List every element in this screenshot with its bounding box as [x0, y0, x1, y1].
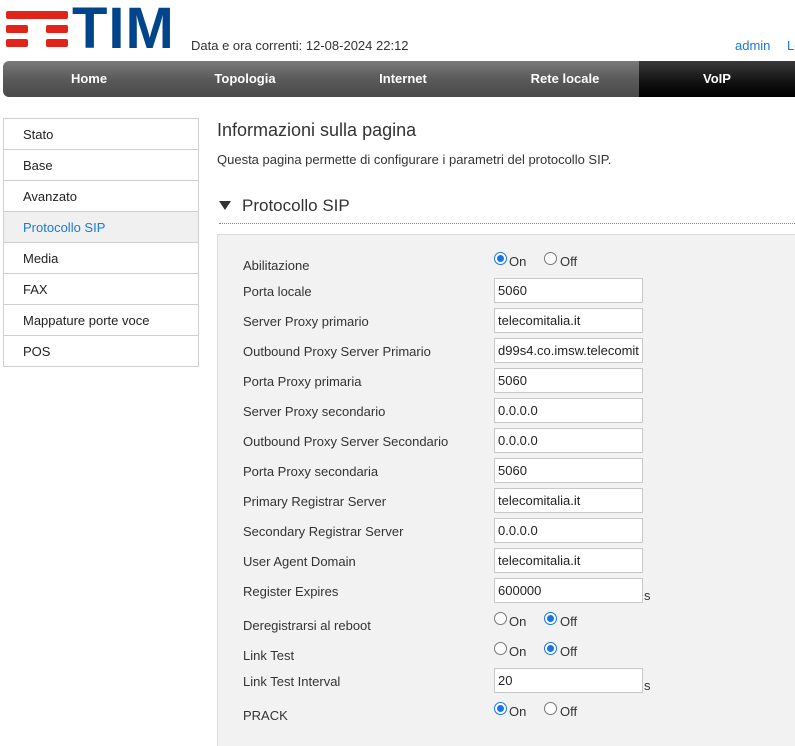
outbound-primario-label: Outbound Proxy Server Primario	[243, 344, 431, 359]
row-primary-registrar: Primary Registrar Server	[218, 488, 795, 518]
sidebar-item-fax[interactable]: FAX	[4, 274, 198, 305]
deregistrarsi-off-label: Off	[560, 614, 578, 629]
row-secondary-registrar: Secondary Registrar Server	[218, 518, 795, 548]
deregistrarsi-on-label: On	[509, 614, 527, 629]
link-test-on-label: On	[509, 644, 527, 659]
prack-on-label: On	[509, 704, 527, 719]
abilitazione-label: Abilitazione	[243, 258, 310, 273]
sidebar: Stato Base Avanzato Protocollo SIP Media…	[3, 118, 199, 367]
row-server-proxy-secondario: Server Proxy secondario	[218, 398, 795, 428]
porta-proxy-primaria-input[interactable]	[494, 368, 643, 393]
page-description: Questa pagina permette di configurare i …	[217, 152, 612, 167]
sidebar-item-avanzato[interactable]: Avanzato	[4, 181, 198, 212]
abilitazione-off-label: Off	[560, 254, 578, 269]
deregistrarsi-on-radio[interactable]	[494, 612, 507, 625]
link-test-interval-input[interactable]	[494, 668, 643, 693]
sidebar-item-mappature-porte-voce[interactable]: Mappature porte voce	[4, 305, 198, 336]
link-test-off-label: Off	[560, 644, 578, 659]
admin-link[interactable]: admin	[735, 38, 770, 53]
row-user-agent-domain: User Agent Domain	[218, 548, 795, 578]
link-test-on-radio[interactable]	[494, 642, 507, 655]
abilitazione-off-radio[interactable]	[544, 252, 557, 265]
main-nav: Home Topologia Internet Rete locale VoIP	[3, 61, 795, 97]
sidebar-item-protocollo-sip[interactable]: Protocollo SIP	[4, 212, 198, 243]
secondary-registrar-input[interactable]	[494, 518, 643, 543]
porta-proxy-secondaria-label: Porta Proxy secondaria	[243, 464, 379, 479]
sidebar-item-base[interactable]: Base	[4, 150, 198, 181]
porta-locale-label: Porta locale	[243, 284, 312, 299]
tim-logo-icon	[6, 10, 68, 52]
logout-link[interactable]: Lo	[787, 38, 795, 53]
nav-voip[interactable]: VoIP	[639, 61, 795, 97]
outbound-primario-input[interactable]	[494, 338, 643, 363]
prack-off-radio[interactable]	[544, 702, 557, 715]
tim-logo: TIM	[6, 0, 178, 60]
link-test-label: Link Test	[243, 648, 295, 663]
user-agent-domain-label: User Agent Domain	[243, 554, 356, 569]
porta-proxy-secondaria-input[interactable]	[494, 458, 643, 483]
sip-settings-panel: Abilitazione On Off Porta locale Server …	[217, 234, 795, 746]
row-porta-proxy-secondaria: Porta Proxy secondaria	[218, 458, 795, 488]
row-server-proxy-primario: Server Proxy primario	[218, 308, 795, 338]
prack-on-radio[interactable]	[494, 702, 507, 715]
row-link-test: Link Test On Off	[218, 641, 795, 671]
link-test-off-radio[interactable]	[544, 642, 557, 655]
primary-registrar-input[interactable]	[494, 488, 643, 513]
prack-off-label: Off	[560, 704, 578, 719]
secondary-registrar-label: Secondary Registrar Server	[243, 524, 404, 539]
row-deregistrarsi: Deregistrarsi al reboot On Off	[218, 611, 795, 641]
current-datetime: Data e ora correnti: 12-08-2024 22:12	[191, 38, 409, 53]
row-register-expires: Register Expires s	[218, 578, 795, 608]
register-expires-label: Register Expires	[243, 584, 339, 599]
collapse-triangle-icon[interactable]	[219, 201, 231, 210]
nav-internet[interactable]: Internet	[315, 61, 491, 97]
row-outbound-primario: Outbound Proxy Server Primario	[218, 338, 795, 368]
porta-locale-input[interactable]	[494, 278, 643, 303]
server-proxy-primario-label: Server Proxy primario	[243, 314, 369, 329]
sidebar-item-media[interactable]: Media	[4, 243, 198, 274]
server-proxy-secondario-input[interactable]	[494, 398, 643, 423]
porta-proxy-primaria-label: Porta Proxy primaria	[243, 374, 362, 389]
user-agent-domain-input[interactable]	[494, 548, 643, 573]
deregistrarsi-off-radio[interactable]	[544, 612, 557, 625]
nav-home[interactable]: Home	[3, 61, 175, 97]
nav-rete-locale[interactable]: Rete locale	[491, 61, 639, 97]
link-test-interval-unit: s	[644, 678, 651, 693]
row-prack: PRACK On Off	[218, 701, 795, 731]
link-test-interval-label: Link Test Interval	[243, 674, 341, 689]
server-proxy-secondario-label: Server Proxy secondario	[243, 404, 386, 419]
prack-label: PRACK	[243, 708, 288, 723]
outbound-secondario-label: Outbound Proxy Server Secondario	[243, 434, 449, 449]
abilitazione-on-radio[interactable]	[494, 252, 507, 265]
section-title: Protocollo SIP	[242, 196, 350, 215]
page-title: Informazioni sulla pagina	[217, 120, 417, 140]
logo-text: TIM	[72, 0, 175, 61]
register-expires-input[interactable]	[494, 578, 643, 603]
header: TIM Data e ora correnti: 12-08-2024 22:1…	[0, 0, 795, 60]
row-outbound-secondario: Outbound Proxy Server Secondario	[218, 428, 795, 458]
nav-topologia[interactable]: Topologia	[175, 61, 315, 97]
outbound-secondario-input[interactable]	[494, 428, 643, 453]
section-header[interactable]: Protocollo SIP	[219, 196, 795, 224]
abilitazione-on-label: On	[509, 254, 527, 269]
server-proxy-primario-input[interactable]	[494, 308, 643, 333]
sidebar-item-stato[interactable]: Stato	[4, 119, 198, 150]
row-link-test-interval: Link Test Interval s	[218, 668, 795, 698]
register-expires-unit: s	[644, 588, 651, 603]
row-porta-locale: Porta locale	[218, 278, 795, 308]
row-porta-proxy-primaria: Porta Proxy primaria	[218, 368, 795, 398]
row-abilitazione: Abilitazione On Off	[218, 251, 795, 281]
sidebar-item-pos[interactable]: POS	[4, 336, 198, 367]
deregistrarsi-label: Deregistrarsi al reboot	[243, 618, 371, 633]
primary-registrar-label: Primary Registrar Server	[243, 494, 387, 509]
